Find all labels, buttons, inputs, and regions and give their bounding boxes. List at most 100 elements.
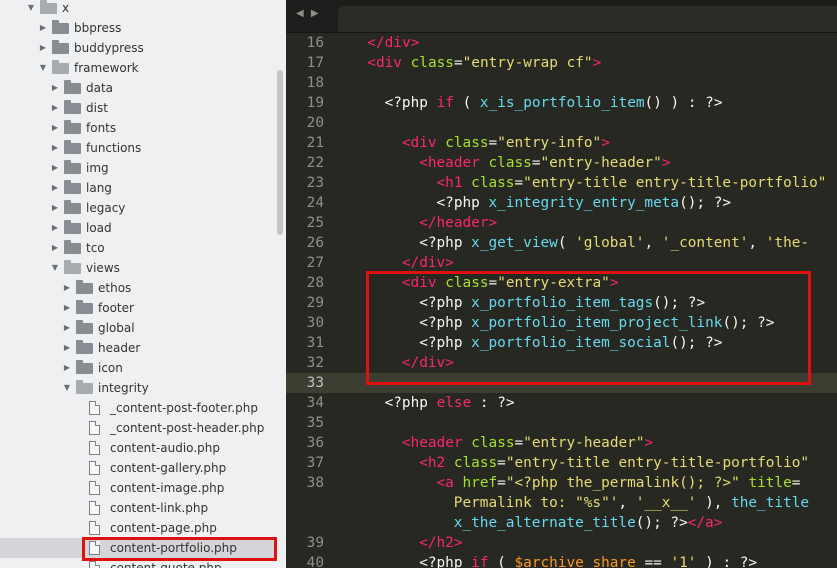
disclosure-closed-icon[interactable]: ▶ <box>38 18 48 38</box>
disclosure-open-icon[interactable]: ▼ <box>62 378 72 398</box>
tree-item-label: global <box>98 321 135 335</box>
tree-folder[interactable]: ▶ data <box>0 78 276 98</box>
code-line[interactable]: 37 <h2 class="entry-title entry-title-por… <box>286 453 837 473</box>
code-line[interactable]: x_the_alternate_title(); ?></a> <box>286 513 837 533</box>
code-line[interactable]: 39 </h2> <box>286 533 837 553</box>
disclosure-open-icon[interactable]: ▼ <box>50 258 60 278</box>
tree-file[interactable]: content-link.php <box>0 498 276 518</box>
folder-icon <box>76 340 93 354</box>
folder-icon <box>64 140 81 154</box>
code-line[interactable]: Permalink to: "%s"', '__x__' ), the_titl… <box>286 493 837 513</box>
tree-folder[interactable]: ▶ lang <box>0 178 276 198</box>
disclosure-closed-icon[interactable]: ▶ <box>50 218 60 238</box>
tree-folder[interactable]: ▶ bbpress <box>0 18 276 38</box>
disclosure-open-icon[interactable]: ▼ <box>38 58 48 78</box>
tree-folder[interactable]: ▶ legacy <box>0 198 276 218</box>
code-token: (); ?> <box>679 195 732 211</box>
disclosure-closed-icon[interactable]: ▶ <box>50 238 60 258</box>
disclosure-closed-icon[interactable]: ▶ <box>50 98 60 118</box>
sidebar-scrollbar-thumb[interactable] <box>277 70 283 235</box>
tree-folder[interactable]: ▶ fonts <box>0 118 276 138</box>
disclosure-closed-icon[interactable]: ▶ <box>50 178 60 198</box>
code-line[interactable]: 20 <box>286 113 837 133</box>
disclosure-closed-icon[interactable]: ▶ <box>50 78 60 98</box>
code-token: x_get_view <box>471 235 558 251</box>
code-token: "entry-info" <box>497 135 602 151</box>
line-number: 21 <box>306 135 324 151</box>
tree-folder[interactable]: ▶ global <box>0 318 276 338</box>
tree-file[interactable]: content-gallery.php <box>0 458 276 478</box>
tab-nav-arrows-icon[interactable]: ◀ ▶ <box>296 8 321 19</box>
tree-folder[interactable]: ▶ buddypress <box>0 38 276 58</box>
tree-folder[interactable]: ▼ framework <box>0 58 276 78</box>
code-line[interactable]: 36 <header class="entry-header"> <box>286 433 837 453</box>
disclosure-closed-icon[interactable]: ▶ <box>50 138 60 158</box>
disclosure-closed-icon[interactable]: ▶ <box>62 278 72 298</box>
tree-file[interactable]: content-audio.php <box>0 438 276 458</box>
tree-folder[interactable]: ▶ icon <box>0 358 276 378</box>
disclosure-closed-icon[interactable]: ▶ <box>50 158 60 178</box>
code-token: <header <box>401 435 472 451</box>
sidebar-scrollbar[interactable] <box>276 0 286 568</box>
code-line[interactable]: 27 </div> <box>286 253 837 273</box>
tree-folder[interactable]: ▼ x <box>0 0 276 18</box>
folder-icon <box>64 260 81 274</box>
tree-file[interactable]: content-image.php <box>0 478 276 498</box>
tree-file[interactable]: _content-post-footer.php <box>0 398 276 418</box>
tree-folder[interactable]: ▶ img <box>0 158 276 178</box>
code-line[interactable]: 38 <a href="<?php the_permalink(); ?>" ti… <box>286 473 837 493</box>
tree-item-label: _content-post-footer.php <box>110 401 259 415</box>
tree-folder[interactable]: ▶ load <box>0 218 276 238</box>
code-line[interactable]: 16 </div> <box>286 33 837 53</box>
code-token: <?php <box>419 555 472 568</box>
code-token: if <box>436 95 454 111</box>
disclosure-closed-icon[interactable]: ▶ <box>50 118 60 138</box>
line-number: 32 <box>306 355 324 371</box>
folder-icon <box>76 360 93 374</box>
tree-item-label: buddypress <box>74 41 144 55</box>
code-line[interactable]: 25 </header> <box>286 213 837 233</box>
code-token: <div <box>367 55 411 71</box>
code-line[interactable]: 19 <?php if ( x_is_portfolio_item() ) : ?… <box>286 93 837 113</box>
tree-folder[interactable]: ▼ integrity <box>0 378 276 398</box>
code-line[interactable]: 24 <?php x_integrity_entry_meta(); ?> <box>286 193 837 213</box>
line-number: 34 <box>306 395 324 411</box>
code-line[interactable]: 34 <?php else : ?> <box>286 393 837 413</box>
code-token: = <box>453 55 463 71</box>
tree-folder[interactable]: ▶ dist <box>0 98 276 118</box>
code-line[interactable]: 22 <header class="entry-header"> <box>286 153 837 173</box>
tree-file[interactable]: _content-post-header.php <box>0 418 276 438</box>
tree-folder[interactable]: ▼ views <box>0 258 276 278</box>
file-icon <box>89 481 100 495</box>
line-number: 20 <box>306 115 324 131</box>
tree-file[interactable]: content-page.php <box>0 518 276 538</box>
disclosure-closed-icon[interactable]: ▶ <box>62 358 72 378</box>
disclosure-closed-icon[interactable]: ▶ <box>38 38 48 58</box>
code-line[interactable]: 26 <?php x_get_view( 'global', '_content'… <box>286 233 837 253</box>
code-line[interactable]: 17 <div class="entry-wrap cf"> <box>286 53 837 73</box>
tab-strip[interactable] <box>338 6 837 32</box>
tree-item-label: tco <box>86 241 105 255</box>
code-token: "entry-wrap cf" <box>462 55 593 71</box>
code-token: <div <box>401 135 446 151</box>
code-line[interactable]: 35 <box>286 413 837 433</box>
code-line[interactable]: 23 <h1 class="entry-title entry-title-por… <box>286 173 837 193</box>
tree-folder[interactable]: ▶ tco <box>0 238 276 258</box>
tree-folder[interactable]: ▶ functions <box>0 138 276 158</box>
tree-folder[interactable]: ▶ footer <box>0 298 276 318</box>
disclosure-open-icon[interactable]: ▼ <box>26 0 36 18</box>
tree-folder[interactable]: ▶ header <box>0 338 276 358</box>
disclosure-closed-icon[interactable]: ▶ <box>50 198 60 218</box>
code-line[interactable]: 40 <?php if ( $archive_share == '1' ) : ?… <box>286 553 837 568</box>
code-text: <a href="<?php the_permalink(); ?>" titl… <box>437 473 801 493</box>
code-token: <h1 <box>436 175 472 191</box>
code-text: Permalink to: "%s"', '__x__' ), the_titl… <box>454 493 809 513</box>
code-line[interactable]: 21 <div class="entry-info"> <box>286 133 837 153</box>
disclosure-closed-icon[interactable]: ▶ <box>62 318 72 338</box>
tree-folder[interactable]: ▶ ethos <box>0 278 276 298</box>
code-token: </a> <box>687 515 723 531</box>
disclosure-closed-icon[interactable]: ▶ <box>62 298 72 318</box>
disclosure-closed-icon[interactable]: ▶ <box>62 338 72 358</box>
code-line[interactable]: 18 <box>286 73 837 93</box>
code-editor[interactable]: ◀ ▶ 16 </div> 17 <div class="entry-wrap cf"… <box>286 0 837 568</box>
